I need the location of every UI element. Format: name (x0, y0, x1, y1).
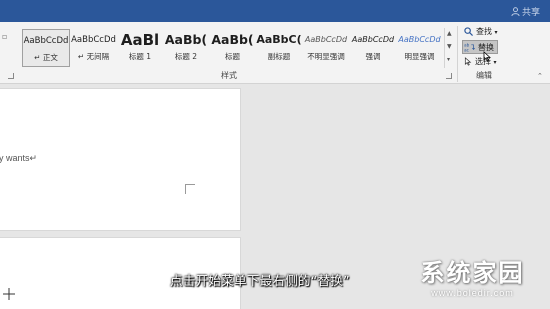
style-name: 不明显强调 (307, 52, 345, 61)
styles-dialog-launcher-icon[interactable] (446, 73, 452, 79)
style-name: ↵ 无间隔 (77, 52, 110, 61)
style-sample: AaBbCcDd (304, 35, 348, 44)
style-name: ↵ 正文 (34, 53, 58, 62)
replace-button[interactable]: ab ac 替换 (462, 40, 498, 54)
select-arrow-icon (464, 57, 472, 66)
share-button[interactable]: 共享 (511, 5, 540, 18)
style-name: 标题 1 (128, 52, 152, 61)
style-sample: AaBl (120, 31, 160, 49)
style-tile-heading-1[interactable]: AaBl 标题 1 (117, 29, 163, 67)
site-watermark: 系统家园 www.boledir.com (400, 258, 545, 306)
style-sample: AaBb( (164, 32, 208, 47)
style-sample: AaBbC( (256, 33, 302, 46)
share-label: 共享 (521, 8, 540, 18)
style-tile-no-spacing[interactable]: AaBbCcDd ↵ 无间隔 (70, 29, 117, 67)
group-divider (457, 26, 458, 82)
svg-text:ac: ac (464, 48, 469, 52)
replace-icon: ab ac (464, 43, 475, 52)
style-name: 标题 (225, 52, 240, 61)
scroll-down-icon[interactable]: ▼ (447, 43, 452, 50)
style-tile-normal[interactable]: AaBbCcDd ↵ 正文 (22, 29, 70, 67)
styles-group-label: 样式 (221, 71, 237, 80)
style-name: 副标题 (267, 52, 291, 61)
scroll-up-icon[interactable]: ▲ (447, 30, 452, 37)
crosshair-cursor-icon (3, 288, 15, 300)
style-tile-title[interactable]: AaBb( 标题 (209, 29, 256, 67)
style-tile-intense-emphasis[interactable]: AaBbCcDd 明显强调 (396, 29, 443, 67)
find-label: 查找 (476, 27, 492, 36)
style-tile-emphasis[interactable]: AaBbCcDd 强调 (350, 29, 396, 67)
style-sample: AaBbCcDd (71, 35, 116, 45)
find-button[interactable]: 查找 ▾ (464, 25, 498, 39)
paragraph-dialog-launcher-icon[interactable] (8, 73, 14, 79)
document-page-1[interactable]: y wants↵ (0, 88, 241, 231)
page-text: y wants↵ (0, 153, 38, 163)
chevron-down-icon: ▾ (493, 59, 497, 66)
style-sample: AaBbCcDd (23, 36, 69, 46)
watermark-title: 系统家园 (420, 259, 525, 287)
collapse-ribbon-icon[interactable]: ⌃ (537, 72, 543, 80)
watermark-url: www.boledir.com (431, 288, 514, 298)
select-button[interactable]: 选择 ▾ (464, 55, 497, 69)
style-name: 明显强调 (404, 52, 435, 61)
style-tile-subtitle[interactable]: AaBbC( 副标题 (256, 29, 302, 67)
edit-group-label: 编辑 (476, 71, 492, 80)
search-icon (464, 27, 473, 36)
chevron-down-icon: ▾ (494, 29, 498, 36)
person-icon (511, 7, 520, 16)
margin-corner-mark (185, 184, 195, 194)
gallery-scrollbar[interactable]: ▲ ▼ ▾ (444, 28, 454, 68)
style-sample: AaBbCcDd (398, 35, 441, 44)
style-sample: AaBb( (211, 32, 254, 47)
gallery-more-icon[interactable]: ▾ (447, 56, 450, 63)
style-sample: AaBbCcDd (351, 35, 395, 44)
style-name: 强调 (365, 52, 381, 61)
select-label: 选择 (475, 57, 491, 66)
style-tile-heading-2[interactable]: AaBb( 标题 2 (163, 29, 209, 67)
video-caption: 点击开始菜单下最右侧的“替换” (170, 273, 350, 288)
ribbon: ▫ AaBbCcDd ↵ 正文 AaBbCcDd ↵ 无间隔 AaBl 标题 1… (0, 22, 550, 84)
title-bar: 共享 (0, 0, 550, 22)
paste-options-icon[interactable]: ▫ (2, 32, 7, 41)
style-tile-subtle-emphasis[interactable]: AaBbCcDd 不明显强调 (302, 29, 350, 67)
style-name: 标题 2 (174, 52, 198, 61)
